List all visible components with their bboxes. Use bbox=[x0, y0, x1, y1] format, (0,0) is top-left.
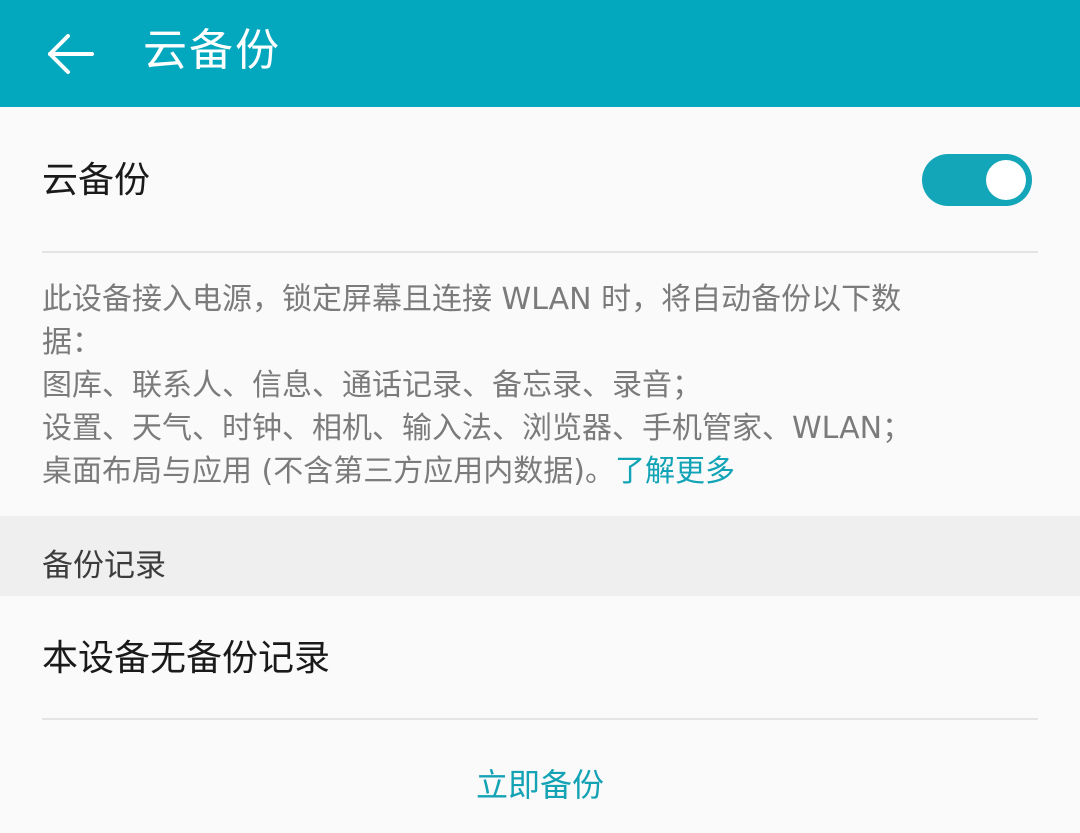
description-line: 设置、天气、时钟、相机、输入法、浏览器、手机管家、WLAN； bbox=[42, 411, 913, 446]
cloud-backup-switch[interactable] bbox=[922, 154, 1032, 206]
description-line: 此设备接入电源，锁定屏幕且连接 WLAN 时，将自动备份以下数 bbox=[42, 282, 902, 317]
page-title: 云备份 bbox=[143, 25, 281, 76]
cloud-backup-label: 云备份 bbox=[42, 160, 151, 201]
divider bbox=[42, 251, 1038, 253]
divider bbox=[42, 718, 1038, 720]
section-title: 备份记录 bbox=[42, 548, 166, 584]
backup-records-header: 备份记录 bbox=[0, 516, 1080, 596]
back-button[interactable] bbox=[28, 10, 116, 98]
description-line-last: 桌面布局与应用 (不含第三方应用内数据)。了解更多 bbox=[42, 450, 1002, 493]
app-bar: 云备份 bbox=[0, 0, 1080, 107]
cloud-backup-toggle-row[interactable]: 云备份 bbox=[0, 107, 1080, 252]
backup-description: 此设备接入电源，锁定屏幕且连接 WLAN 时，将自动备份以下数 据： 图库、联系… bbox=[42, 278, 1002, 493]
backup-record-empty-row: 本设备无备份记录 bbox=[0, 596, 1080, 718]
learn-more-link[interactable]: 了解更多 bbox=[615, 454, 735, 489]
description-line: 图库、联系人、信息、通话记录、备忘录、录音； bbox=[42, 368, 702, 403]
no-backup-text: 本设备无备份记录 bbox=[42, 638, 331, 679]
arrow-left-icon bbox=[28, 10, 116, 98]
switch-knob bbox=[986, 160, 1026, 200]
description-text: 桌面布局与应用 (不含第三方应用内数据)。 bbox=[42, 454, 615, 489]
backup-now-button[interactable]: 立即备份 bbox=[0, 760, 1080, 810]
description-line: 据： bbox=[42, 325, 102, 360]
